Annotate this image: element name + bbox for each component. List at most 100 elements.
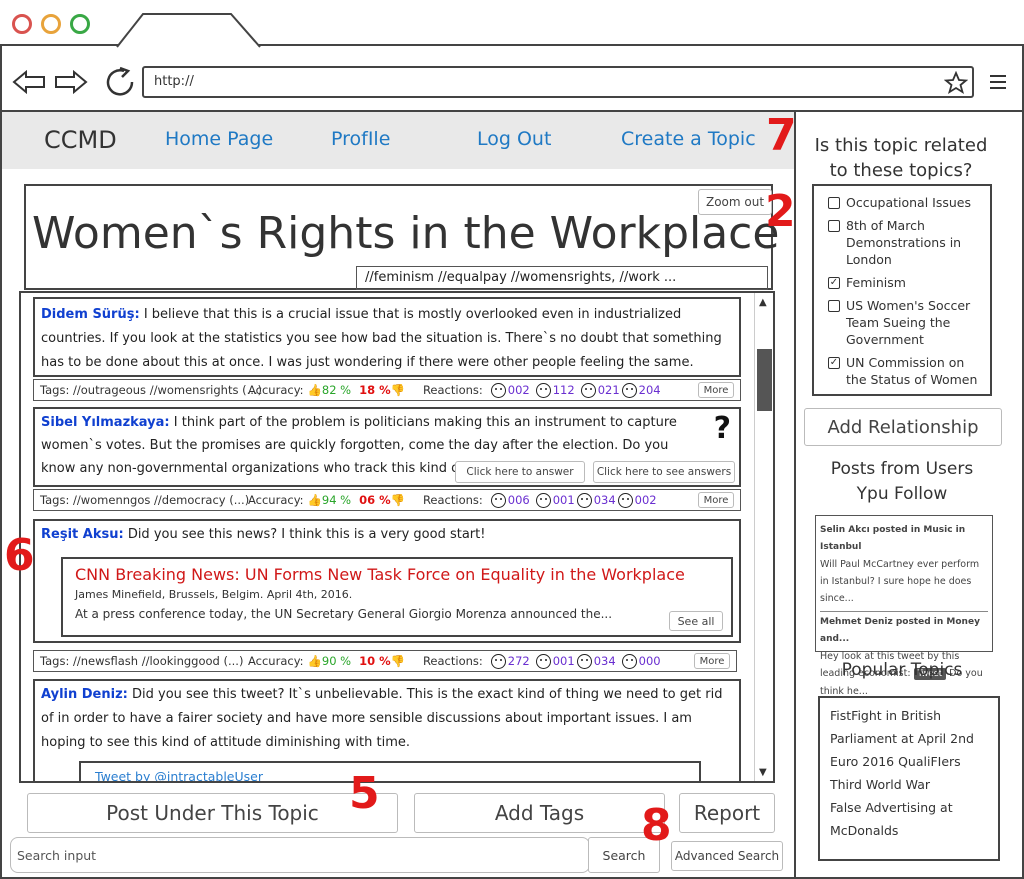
reload-icon[interactable] [104,66,138,98]
annotation-2: 2 [765,186,796,237]
post-body: Aylin Deniz: Did you see this tweet? It`… [41,683,733,755]
reaction-count: 002 [634,493,657,507]
popular-topic-link[interactable]: FistFight in British Parliament at April… [830,704,988,750]
posts-scroll-area: ▲ ▼ Didem Sürüş: I believe that this is … [19,291,775,783]
checkbox[interactable] [828,220,840,232]
post-card: Reşit Aksu: Did you see this news? I thi… [33,519,741,643]
more-button[interactable]: More [698,382,734,398]
nav-home-link[interactable]: Home Page [165,128,273,150]
follow-title: Posts from Users Ypu Follow [830,459,974,504]
accuracy-label: Accuracy: [248,383,304,397]
news-title[interactable]: CNN Breaking News: UN Forms New Task For… [75,565,719,584]
answer-button[interactable]: Click here to answer [455,461,585,483]
add-relationship-button[interactable]: Add Relationship [804,408,1002,446]
thumbs-down-icon[interactable]: 👎 [391,654,405,668]
reactions-label: Reactions: [422,383,483,397]
checkbox[interactable]: ✓ [828,277,840,289]
followed-post-item[interactable]: Selin Akcı posted in Music in Istanbul W… [820,522,988,612]
post-under-topic-button[interactable]: Post Under This Topic [27,793,398,833]
add-tags-button[interactable]: Add Tags [414,793,665,833]
see-answers-button[interactable]: Click here to see answers [593,461,735,483]
maximize-window-icon[interactable] [70,14,90,34]
related-topic-item[interactable]: ✓ UN Commission on the Status of Women [828,354,982,388]
post-author[interactable]: Aylin Deniz: [41,687,128,702]
search-input[interactable]: Search input [10,837,590,873]
happy-face-icon[interactable] [490,492,506,508]
post-author[interactable]: Didem Sürüş: [41,307,140,322]
thumbs-down-icon[interactable]: 👎 [391,383,405,397]
tweet-link[interactable]: Tweet by @intractableUser [95,769,263,781]
thumbs-up-icon[interactable]: 👍 [308,383,322,397]
sad-face-icon[interactable] [535,653,551,669]
minimize-window-icon[interactable] [41,14,61,34]
post-card: ? Sibel Yılmazkaya: I think part of the … [33,407,741,487]
related-topic-label: Feminism [846,275,906,290]
surprised-face-icon[interactable] [580,382,596,398]
related-topic-label: Occupational Issues [846,195,971,210]
checkbox[interactable] [828,197,840,209]
post-tags[interactable]: Tags: //outrageous //womensrights (...) [40,383,262,397]
advanced-search-button[interactable]: Advanced Search [671,841,783,871]
nav-logout-link[interactable]: Log Out [477,128,551,150]
report-button[interactable]: Report [679,793,775,833]
followed-post-item[interactable]: Mehmet Deniz posted in Money and... Hey … [820,612,988,700]
scroll-down-icon[interactable]: ▼ [759,767,767,778]
sad-face-icon[interactable] [535,492,551,508]
address-bar-area: http:// [0,46,1024,112]
popular-topic-link[interactable]: Euro 2016 QualiFIers [830,750,988,773]
checkbox[interactable] [828,300,840,312]
menu-icon[interactable] [988,74,1008,90]
close-window-icon[interactable] [12,14,32,34]
thumbs-down-icon[interactable]: 👎 [391,493,405,507]
reaction-count: 204 [638,383,661,397]
accuracy-up: 94 % [321,493,352,507]
post-author[interactable]: Reşit Aksu: [41,527,124,542]
sad-face-icon[interactable] [535,382,551,398]
brand-logo[interactable]: CCMD [44,126,117,154]
scroll-thumb[interactable] [757,349,772,411]
topic-tags[interactable]: //feminism //equalpay //womensrights, //… [356,266,768,290]
related-topic-item[interactable]: Occupational Issues [828,194,982,211]
nav-create-topic-link[interactable]: Create a Topic [621,128,756,150]
more-button[interactable]: More [698,492,734,508]
popular-topic-link[interactable]: False Advertising at McDonalds [830,796,988,842]
title-bar [0,0,1024,48]
scroll-up-icon[interactable]: ▲ [759,297,767,308]
forward-arrow-icon[interactable] [54,70,88,94]
url-text: http:// [154,74,194,89]
scrollbar[interactable]: ▲ ▼ [754,293,773,781]
question-mark-icon: ? [713,411,731,446]
url-field[interactable]: http:// [142,66,974,98]
post-tags[interactable]: Tags: //womenngos //democracy (...) [40,493,249,507]
checkbox[interactable]: ✓ [828,357,840,369]
bookmark-star-icon[interactable] [944,71,968,95]
surprised-face-icon[interactable] [576,492,592,508]
nerd-face-icon[interactable] [621,382,637,398]
related-topic-item[interactable]: ✓ Feminism [828,274,982,291]
surprised-face-icon[interactable] [576,653,592,669]
post-body: Didem Sürüş: I believe that this is a cr… [41,303,733,375]
annotation-5: 5 [349,768,380,819]
more-button[interactable]: More [694,653,730,669]
post-tags[interactable]: Tags: //newsflash //lookinggood (...) [40,654,248,668]
nerd-face-icon[interactable] [617,492,633,508]
nerd-face-icon[interactable] [621,653,637,669]
post-meta-row: Tags: //newsflash //lookinggood (...) Ac… [33,650,737,672]
tweet-card[interactable]: Tweet by @intractableUser [79,761,701,781]
popular-topic-link[interactable]: Third World War [830,773,988,796]
reaction-count: 002 [507,383,530,397]
browser-tab[interactable] [115,12,265,48]
related-topic-item[interactable]: 8th of March Demonstrations in London [828,217,982,268]
back-arrow-icon[interactable] [12,70,46,94]
nav-profile-link[interactable]: ProfIle [331,128,390,150]
thumbs-up-icon[interactable]: 👍 [308,654,322,668]
news-byline: James Minefield, Brussels, Belgim. April… [75,588,353,601]
happy-face-icon[interactable] [490,382,506,398]
post-author[interactable]: Sibel Yılmazkaya: [41,415,170,430]
see-all-button[interactable]: See all [669,611,723,631]
thumbs-up-icon[interactable]: 👍 [308,493,322,507]
related-topic-label: US Women's Soccer Team Sueing the Govern… [846,298,971,347]
news-card[interactable]: CNN Breaking News: UN Forms New Task For… [61,557,733,637]
related-topic-item[interactable]: US Women's Soccer Team Sueing the Govern… [828,297,982,348]
happy-face-icon[interactable] [490,653,506,669]
